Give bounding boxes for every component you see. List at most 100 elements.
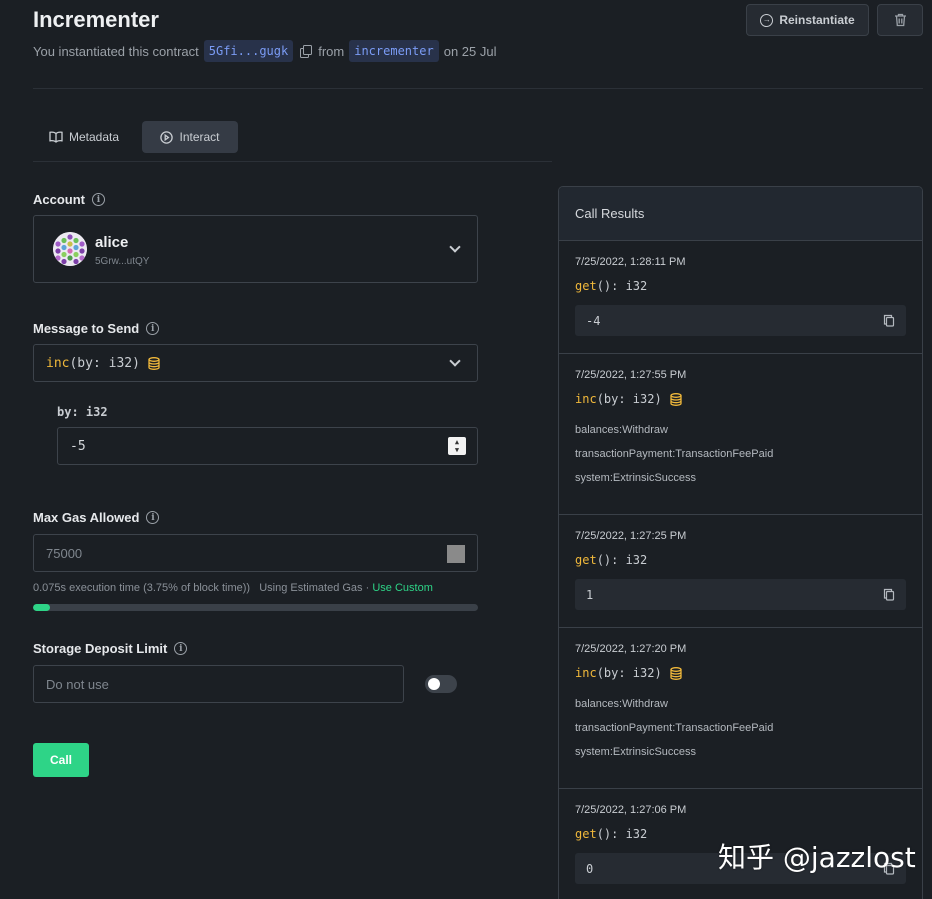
tabs-divider xyxy=(33,161,552,162)
gas-label-text: Max Gas Allowed xyxy=(33,510,140,525)
delete-button[interactable] xyxy=(877,4,923,36)
result-signature: get (): i32 xyxy=(575,553,906,567)
message-select[interactable]: inc (by: i32) xyxy=(33,344,478,382)
call-result-item: 7/25/2022, 1:27:20 PM inc (by: i32) balance… xyxy=(559,628,922,789)
reinstantiate-button[interactable]: → Reinstantiate xyxy=(746,4,869,36)
result-timestamp: 7/25/2022, 1:27:20 PM xyxy=(575,643,687,655)
result-events: balances:Withdraw transactionPayment:Tran… xyxy=(575,692,906,764)
chevron-down-icon xyxy=(449,355,461,367)
message-label-text: Message to Send xyxy=(33,321,140,336)
result-fn-sig: (by: i32) xyxy=(596,666,662,680)
result-output-value: 1 xyxy=(586,587,594,602)
watermark: 知乎 @jazzlost xyxy=(718,841,916,874)
page-title: Incrementer xyxy=(33,7,159,32)
result-output-value: -4 xyxy=(586,313,601,328)
gas-info: 0.075s execution time (3.75% of block ti… xyxy=(33,582,433,594)
tab-interact-label: Interact xyxy=(179,130,220,144)
event-item: transactionPayment:TransactionFeePaid xyxy=(575,722,774,734)
date-text: on 25 Jul xyxy=(443,43,497,59)
result-output-value: 0 xyxy=(586,861,594,876)
result-signature: inc (by: i32) xyxy=(575,666,906,680)
result-fn-name: get xyxy=(575,827,597,841)
call-result-item: 7/25/2022, 1:27:55 PM inc (by: i32) balance… xyxy=(559,354,922,515)
contract-address-chip[interactable]: 5Gfi...gugk xyxy=(203,40,294,62)
info-icon[interactable]: i xyxy=(92,193,105,206)
result-timestamp: 7/25/2022, 1:27:25 PM xyxy=(575,530,687,542)
tab-metadata-label: Metadata xyxy=(69,130,120,144)
event-item: balances:Withdraw xyxy=(575,424,668,436)
result-timestamp: 7/25/2022, 1:28:11 PM xyxy=(575,256,686,268)
coins-icon xyxy=(148,356,160,370)
result-output: -4 xyxy=(575,305,906,336)
arrow-circle-icon: → xyxy=(760,13,774,27)
result-fn-sig: (): i32 xyxy=(596,279,648,293)
gas-exec-time: 0.075s execution time (3.75% of block ti… xyxy=(33,582,251,594)
result-events: balances:Withdraw transactionPayment:Tran… xyxy=(575,418,906,490)
result-output: 1 xyxy=(575,579,906,610)
event-item: system:ExtrinsicSuccess xyxy=(575,746,697,758)
tab-metadata[interactable]: Metadata xyxy=(33,121,135,153)
account-select[interactable]: alice 5Grw...utQY xyxy=(33,215,478,283)
reinstantiate-label: Reinstantiate xyxy=(779,13,855,27)
tab-interact[interactable]: Interact xyxy=(142,121,238,153)
account-label: Account i xyxy=(33,192,105,207)
stepper-down-icon[interactable]: ▼ xyxy=(455,446,459,454)
trash-icon xyxy=(894,13,906,27)
account-address: 5Grw...utQY xyxy=(95,256,150,267)
coins-icon xyxy=(670,666,682,680)
gas-progress-bar xyxy=(33,604,478,611)
gas-input[interactable]: 75000 xyxy=(33,534,478,572)
account-label-text: Account xyxy=(33,192,85,207)
from-text: from xyxy=(318,43,345,59)
result-fn-name: get xyxy=(575,553,597,567)
instantiated-text: You instantiated this contract xyxy=(33,43,199,59)
message-label: Message to Send i xyxy=(33,321,160,336)
number-stepper[interactable]: ▲ ▼ xyxy=(448,437,466,455)
message-fn-name: inc xyxy=(46,355,70,371)
storage-toggle[interactable] xyxy=(425,675,457,693)
result-signature: get (): i32 xyxy=(575,279,906,293)
info-icon[interactable]: i xyxy=(146,511,160,524)
chevron-down-icon xyxy=(449,241,461,253)
coins-icon xyxy=(670,392,682,406)
arg-label: by: i32 xyxy=(57,405,108,419)
copy-icon[interactable] xyxy=(883,588,895,604)
call-results-list[interactable]: 7/25/2022, 1:28:11 PM get (): i32 -4 7/25/20… xyxy=(559,241,922,899)
call-results-panel: Call Results 7/25/2022, 1:28:11 PM get ():… xyxy=(558,186,923,899)
storage-label: Storage Deposit Limit i xyxy=(33,641,188,656)
identicon-icon xyxy=(53,232,87,266)
account-name: alice xyxy=(95,234,129,251)
avatar xyxy=(53,232,87,266)
call-result-item: 7/25/2022, 1:28:11 PM get (): i32 -4 xyxy=(559,241,922,354)
storage-deposit-input[interactable]: Do not use xyxy=(33,665,404,703)
call-button[interactable]: Call xyxy=(33,743,89,777)
gas-mode: Using Estimated Gas xyxy=(259,582,363,594)
event-item: system:ExtrinsicSuccess xyxy=(575,472,697,484)
arg-by-input[interactable]: -5 ▲ ▼ xyxy=(57,427,478,465)
call-result-item: 7/25/2022, 1:27:25 PM get (): i32 1 xyxy=(559,515,922,628)
copy-icon[interactable] xyxy=(883,314,895,330)
book-icon xyxy=(49,131,63,143)
result-fn-sig: (by: i32) xyxy=(596,392,662,406)
call-results-title: Call Results xyxy=(559,187,922,241)
contract-subtitle: You instantiated this contract 5Gfi...gu… xyxy=(33,40,496,62)
result-timestamp: 7/25/2022, 1:27:06 PM xyxy=(575,804,687,816)
message-fn-args: (by: i32) xyxy=(69,355,140,371)
stepper-up-icon[interactable]: ▲ xyxy=(455,438,459,446)
storage-placeholder: Do not use xyxy=(46,676,109,692)
event-item: balances:Withdraw xyxy=(575,698,668,710)
gas-label: Max Gas Allowed i xyxy=(33,510,160,525)
code-name-chip[interactable]: incrementer xyxy=(349,40,439,62)
gas-progress-fill xyxy=(33,604,50,611)
toggle-knob xyxy=(428,678,440,690)
result-signature: inc (by: i32) xyxy=(575,392,906,406)
result-fn-name: inc xyxy=(575,392,597,406)
result-timestamp: 7/25/2022, 1:27:55 PM xyxy=(575,369,687,381)
info-icon[interactable]: i xyxy=(174,642,188,655)
gas-placeholder: 75000 xyxy=(46,545,83,561)
use-custom-link[interactable]: Use Custom xyxy=(372,582,433,594)
play-circle-icon xyxy=(160,130,174,144)
event-item: transactionPayment:TransactionFeePaid xyxy=(575,448,774,460)
info-icon[interactable]: i xyxy=(146,322,160,335)
copy-icon[interactable] xyxy=(300,45,313,58)
